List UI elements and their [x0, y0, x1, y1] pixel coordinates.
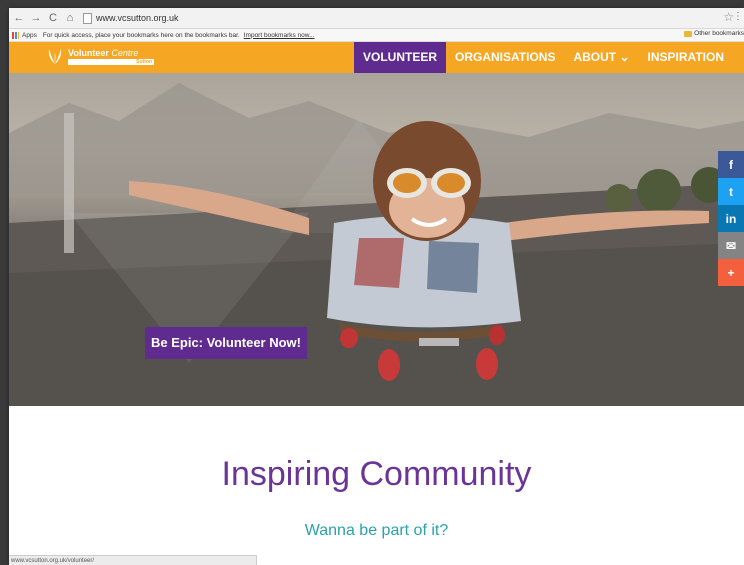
- bookmarks-hint: For quick access, place your bookmarks h…: [42, 31, 240, 39]
- other-bookmarks[interactable]: Other bookmarks: [684, 30, 744, 37]
- more-share-icon: +: [727, 265, 735, 280]
- back-icon[interactable]: ←: [12, 8, 26, 28]
- browser-window: ← → C ⌂ www.vcsutton.org.uk ☆ ⋮ Apps For…: [9, 8, 744, 565]
- nav-about[interactable]: ABOUT ⌄: [564, 42, 638, 73]
- site-header: Volunteer Centre Sutton VOLUNTEER ORGANI…: [9, 42, 744, 73]
- volunteer-now-button[interactable]: Be Epic: Volunteer Now!: [145, 327, 307, 359]
- email-icon: ✉: [725, 238, 737, 253]
- page-headline: Inspiring Community: [221, 455, 532, 493]
- apps-link[interactable]: Apps: [22, 32, 37, 39]
- forward-icon[interactable]: →: [29, 8, 43, 28]
- twitter-icon: t: [729, 184, 733, 199]
- linkedin-icon: in: [725, 211, 737, 226]
- address-text: www.vcsutton.org.uk: [96, 13, 179, 23]
- browser-toolbar: ← → C ⌂ www.vcsutton.org.uk ☆ ⋮: [9, 8, 744, 29]
- status-bar: www.vcsutton.org.uk/volunteer/: [9, 555, 257, 565]
- menu-icon[interactable]: ⋮: [733, 11, 743, 22]
- share-email[interactable]: ✉: [718, 232, 744, 259]
- facebook-icon: f: [729, 157, 733, 172]
- logo-text: Volunteer Centre Sutton: [68, 48, 154, 65]
- reload-icon[interactable]: C: [46, 8, 60, 28]
- other-bookmarks-label: Other bookmarks: [694, 30, 744, 37]
- home-icon[interactable]: ⌂: [63, 8, 77, 28]
- import-bookmarks-link[interactable]: Import bookmarks now...: [244, 32, 315, 39]
- nav-inspiration[interactable]: INSPIRATION: [639, 42, 733, 73]
- main-nav: VOLUNTEER ORGANISATIONS ABOUT ⌄ INSPIRAT…: [354, 42, 733, 73]
- hero-image: [9, 83, 744, 406]
- bookmarks-bar: Apps For quick access, place your bookma…: [9, 29, 744, 42]
- logo-mark-icon: [48, 49, 62, 64]
- page-icon: [83, 12, 92, 24]
- logo-sub: Sutton: [68, 58, 154, 65]
- share-facebook[interactable]: f: [718, 151, 744, 178]
- site-logo[interactable]: Volunteer Centre Sutton: [45, 46, 154, 66]
- nav-volunteer[interactable]: VOLUNTEER: [354, 42, 447, 73]
- address-bar[interactable]: www.vcsutton.org.uk: [83, 11, 179, 25]
- page-subline: Wanna be part of it?: [304, 522, 449, 539]
- hero-banner: Be Epic: Volunteer Now!: [9, 73, 744, 406]
- logo-name-2: Centre: [111, 47, 139, 58]
- share-twitter[interactable]: t: [718, 178, 744, 205]
- nav-organisations[interactable]: ORGANISATIONS: [446, 42, 564, 73]
- share-linkedin[interactable]: in: [718, 205, 744, 232]
- logo-name-1: Volunteer: [68, 47, 109, 58]
- folder-icon: [684, 30, 693, 37]
- apps-icon[interactable]: [12, 31, 19, 39]
- share-more[interactable]: +: [718, 259, 744, 286]
